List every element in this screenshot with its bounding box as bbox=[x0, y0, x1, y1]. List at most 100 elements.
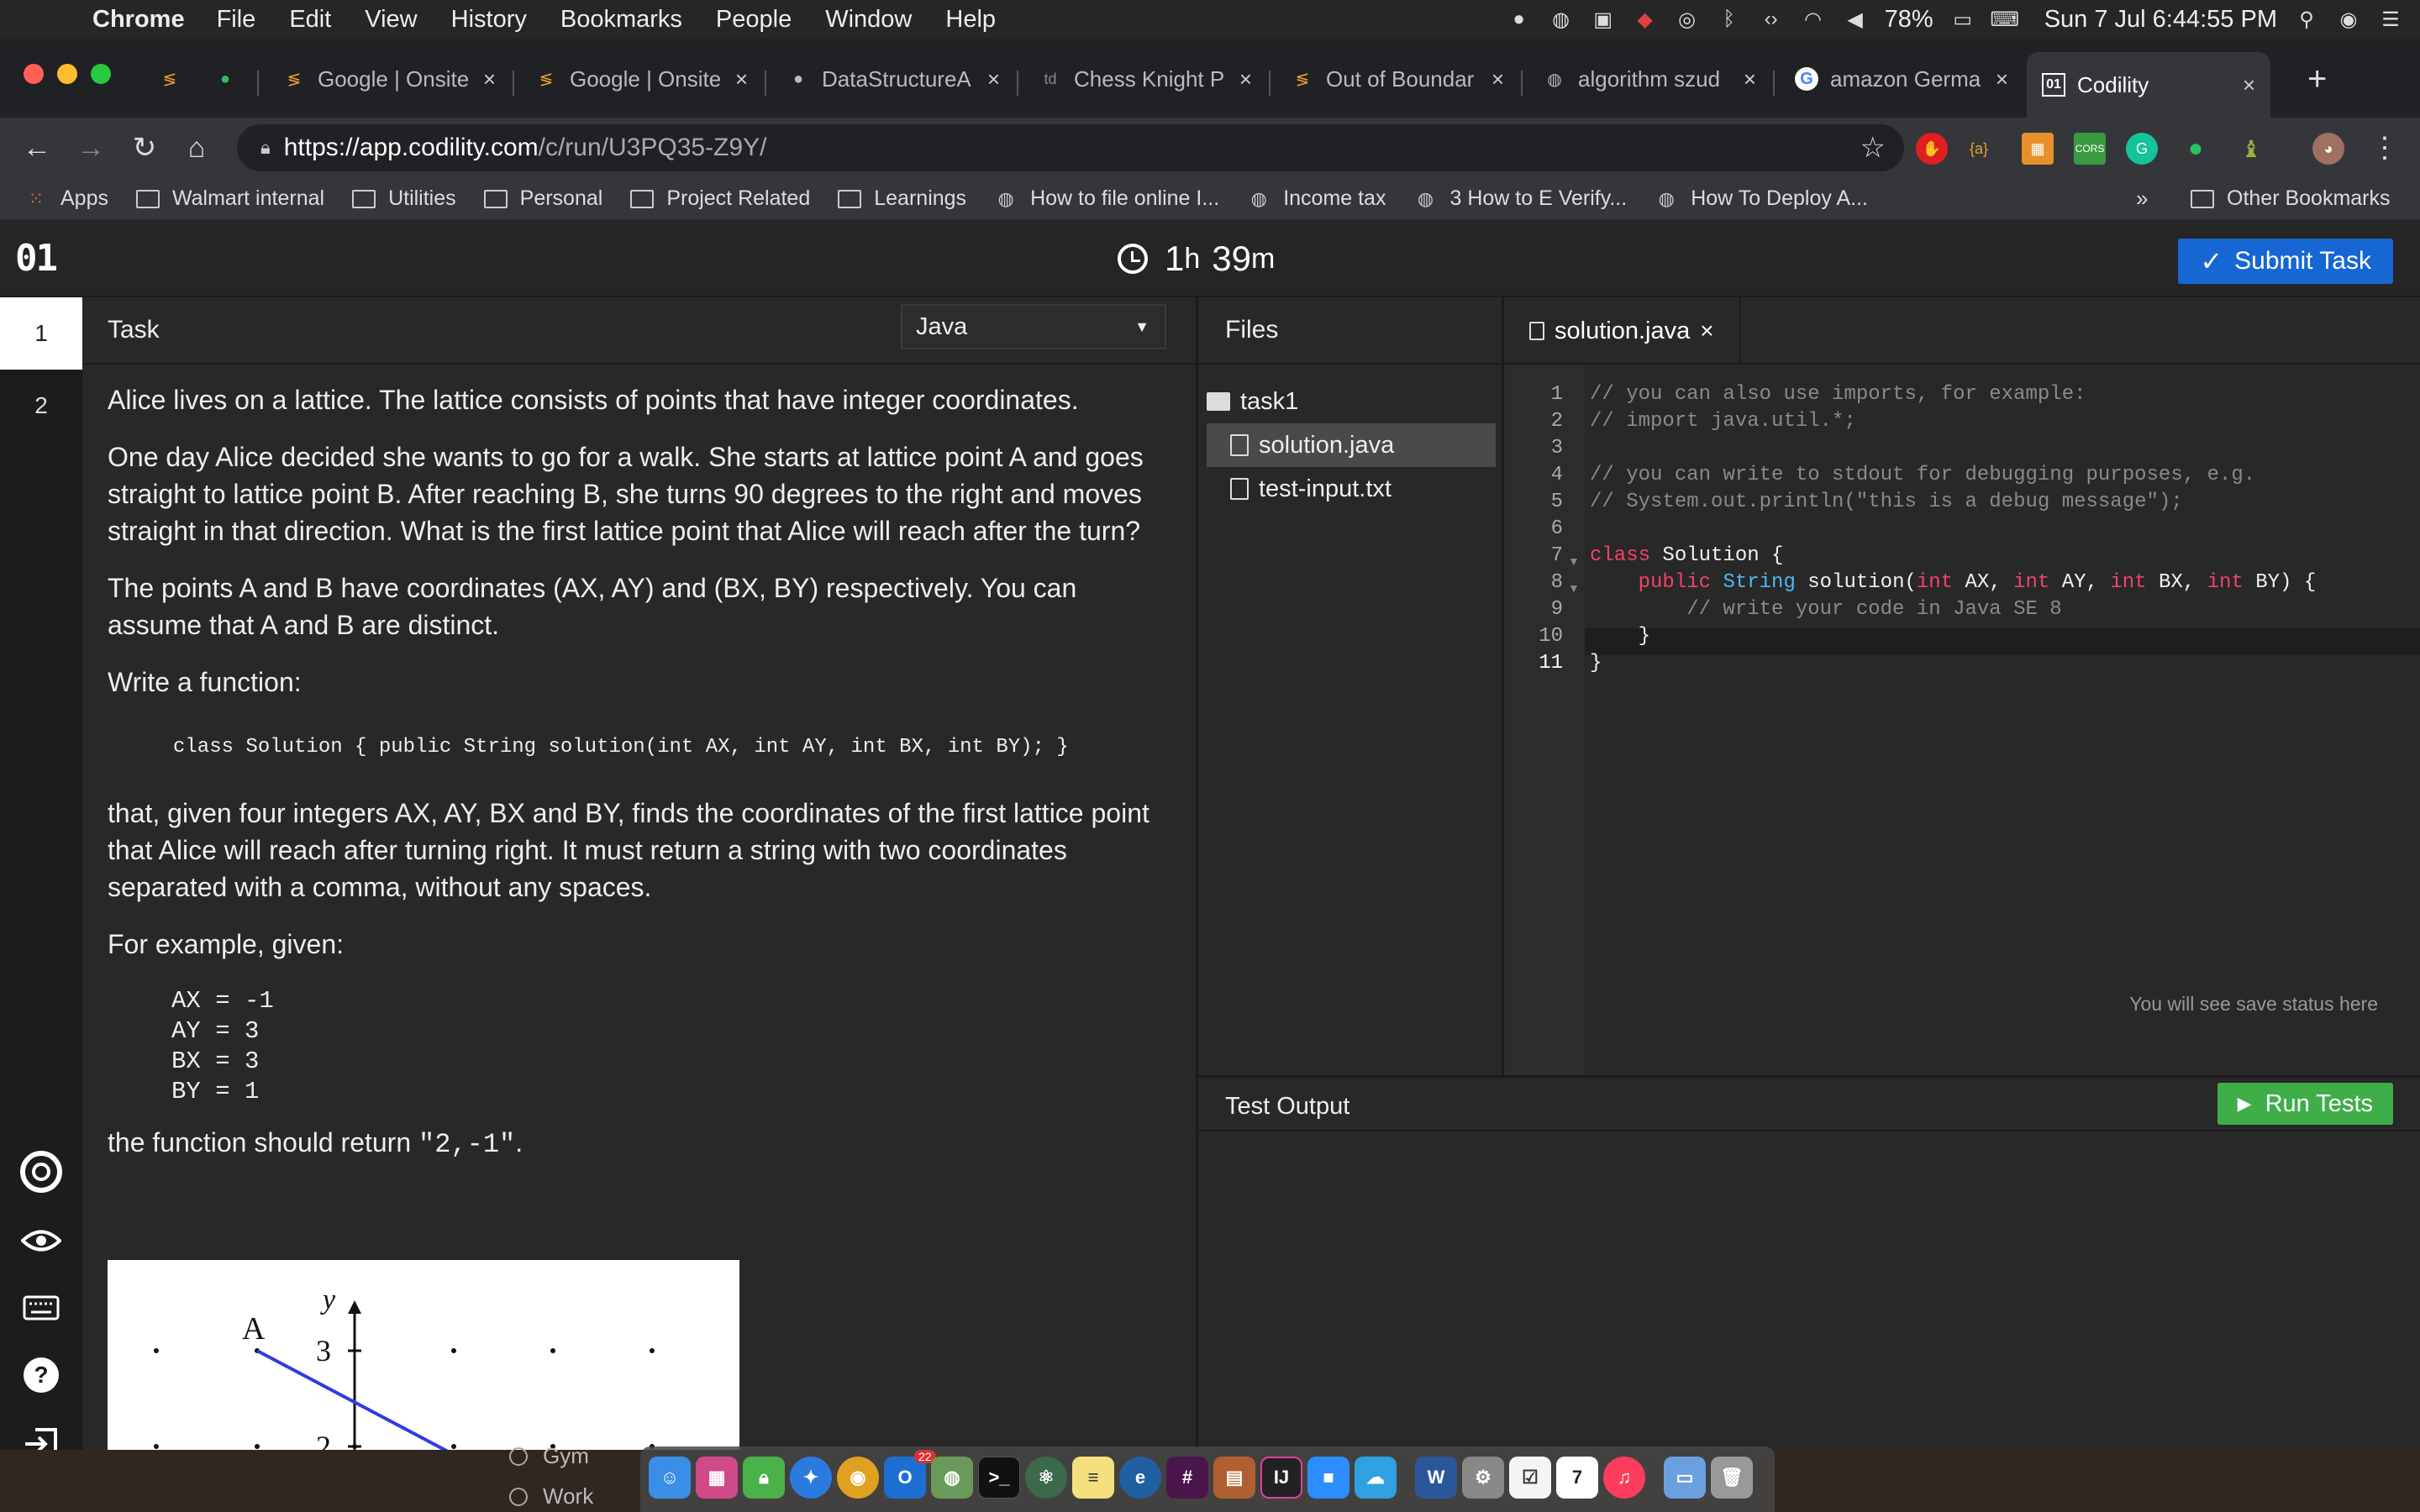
submit-task-button[interactable]: ✓ Submit Task bbox=[2178, 239, 2393, 284]
bookmark-folder[interactable]: Personal bbox=[483, 186, 602, 211]
run-tests-button[interactable]: ▶ Run Tests bbox=[2217, 1083, 2393, 1125]
extension-stop-icon[interactable]: ✋ bbox=[1916, 133, 1948, 165]
browser-tab-4[interactable]: td Chess Knight P × bbox=[1023, 54, 1267, 104]
shield-status-icon[interactable]: ◆ bbox=[1633, 7, 1658, 32]
browser-tab-pinned-evernote[interactable]: ● bbox=[198, 54, 249, 104]
extension-evernote-icon[interactable]: ● bbox=[2180, 133, 2212, 165]
photos-icon[interactable]: ◍ bbox=[931, 1457, 973, 1499]
browser-tab-3[interactable]: ● DataStructureA × bbox=[771, 54, 1015, 104]
lock-icon[interactable]: 🔒︎ bbox=[260, 137, 271, 159]
question-icon[interactable]: ? bbox=[18, 1352, 64, 1398]
browser-tab-codility-active[interactable]: 01 Codility × bbox=[2027, 52, 2270, 118]
back-icon[interactable]: ← bbox=[18, 129, 55, 166]
slack-icon[interactable]: # bbox=[1166, 1457, 1208, 1499]
tab-close-icon[interactable]: × bbox=[2243, 72, 2255, 98]
task-number-1[interactable]: 1 bbox=[0, 297, 82, 370]
volume-icon[interactable]: ◀ bbox=[1843, 7, 1868, 32]
zoom-icon[interactable]: ■ bbox=[1307, 1457, 1349, 1499]
keyboard-icon[interactable] bbox=[18, 1285, 64, 1331]
word-icon[interactable]: W bbox=[1415, 1457, 1457, 1499]
terminal-icon[interactable]: >_ bbox=[978, 1457, 1020, 1499]
fold-arrow-icon[interactable]: ▼ bbox=[1568, 554, 1580, 568]
cloud-icon[interactable]: ☁ bbox=[1355, 1457, 1397, 1499]
reminders-icon[interactable]: ☑ bbox=[1509, 1457, 1551, 1499]
menu-app-name[interactable]: Chrome bbox=[92, 6, 185, 34]
close-icon[interactable]: × bbox=[1700, 318, 1713, 344]
desktop-item-gym[interactable]: Gym bbox=[509, 1443, 589, 1469]
other-bookmarks[interactable]: Other Bookmarks bbox=[2190, 186, 2391, 211]
notification-center-icon[interactable]: ☰ bbox=[2378, 7, 2403, 32]
menu-bookmarks[interactable]: Bookmarks bbox=[560, 6, 682, 34]
desktop-item-work[interactable]: Work bbox=[509, 1483, 593, 1509]
chrome-icon[interactable]: ◉ bbox=[837, 1457, 879, 1499]
new-tab-button[interactable]: + bbox=[2292, 54, 2343, 104]
task-number-2[interactable]: 2 bbox=[0, 370, 82, 442]
trash-icon[interactable]: 🗑︎ bbox=[1711, 1457, 1753, 1499]
forward-icon[interactable]: → bbox=[72, 129, 109, 166]
tab-close-icon[interactable]: × bbox=[1744, 66, 1756, 92]
extension-grammarly-icon[interactable]: G bbox=[2126, 133, 2158, 165]
bookmark-star-icon[interactable]: ☆ bbox=[1860, 131, 1886, 165]
fold-arrow-icon[interactable]: ▼ bbox=[1568, 581, 1580, 595]
extension-json-icon[interactable]: {a} bbox=[1963, 133, 1995, 165]
menu-clock[interactable]: Sun 7 Jul 6:44:55 PM bbox=[2044, 6, 2277, 34]
search-status-icon[interactable]: ◎ bbox=[1675, 7, 1700, 32]
window-close-button[interactable] bbox=[24, 64, 44, 84]
browser-tab-7[interactable]: Gamazon Germa × bbox=[1780, 54, 2023, 104]
menu-history[interactable]: History bbox=[451, 6, 527, 34]
password-icon[interactable]: 🔒︎ bbox=[743, 1457, 785, 1499]
edge-icon[interactable]: e bbox=[1119, 1457, 1161, 1499]
browser-tab-6[interactable]: ◍ algorithm szud × bbox=[1528, 54, 1771, 104]
tab-close-icon[interactable]: × bbox=[735, 66, 748, 92]
launchpad-icon[interactable]: ▦ bbox=[696, 1457, 738, 1499]
wifi-icon[interactable]: ◠ bbox=[1801, 7, 1826, 32]
extension-chess-icon[interactable]: ♝ bbox=[2235, 133, 2267, 165]
calendar-icon[interactable]: 7 bbox=[1556, 1457, 1598, 1499]
finder-icon[interactable]: ☺ bbox=[649, 1457, 691, 1499]
downloads-folder-icon[interactable]: ▭ bbox=[1664, 1457, 1706, 1499]
editor-tab-solution-java[interactable]: solution.java × bbox=[1504, 297, 1741, 365]
music-icon[interactable]: ♫ bbox=[1603, 1457, 1645, 1499]
atom-icon[interactable]: ⚛ bbox=[1025, 1457, 1067, 1499]
bookmark-link[interactable]: ◍ How To Deploy A... bbox=[1654, 186, 1868, 211]
bookmarks-overflow-button[interactable]: » bbox=[2136, 186, 2148, 212]
tab-close-icon[interactable]: × bbox=[483, 66, 496, 92]
extension-cors-icon[interactable]: CORS bbox=[2074, 133, 2106, 165]
safari-icon[interactable]: ✦ bbox=[790, 1457, 832, 1499]
bookmark-folder[interactable]: Learnings bbox=[837, 186, 966, 211]
code-status-icon[interactable]: ‹› bbox=[1759, 7, 1784, 32]
reload-icon[interactable]: ↻ bbox=[126, 129, 163, 166]
evernote-status-icon[interactable]: ● bbox=[1507, 7, 1532, 32]
intellij-icon[interactable]: IJ bbox=[1260, 1457, 1302, 1499]
file-solution-java[interactable]: solution.java bbox=[1207, 423, 1496, 467]
window-zoom-button[interactable] bbox=[91, 64, 111, 84]
input-source-icon[interactable]: ⌨ bbox=[1990, 7, 2019, 32]
globe-status-icon[interactable]: ◍ bbox=[1549, 7, 1574, 32]
bookmark-link[interactable]: ◍ 3 How to E Verify... bbox=[1413, 186, 1627, 211]
tab-close-icon[interactable]: × bbox=[987, 66, 1000, 92]
menu-edit[interactable]: Edit bbox=[289, 6, 331, 34]
file-test-input[interactable]: test-input.txt bbox=[1207, 467, 1496, 511]
books-icon[interactable]: ▤ bbox=[1213, 1457, 1255, 1499]
home-icon[interactable]: ⌂ bbox=[178, 129, 215, 166]
browser-tab-pinned-sigma[interactable]: ≶ bbox=[143, 54, 193, 104]
tab-close-icon[interactable]: × bbox=[1996, 66, 2008, 92]
bookmark-apps[interactable]: ⁙ Apps bbox=[24, 186, 108, 211]
tab-close-icon[interactable]: × bbox=[1491, 66, 1504, 92]
browser-menu-icon[interactable]: ⋮ bbox=[2366, 129, 2403, 166]
bluetooth-icon[interactable]: ᛒ bbox=[1717, 7, 1742, 32]
battery-icon[interactable]: ▭ bbox=[1950, 7, 1975, 32]
window-minimize-button[interactable] bbox=[57, 64, 77, 84]
browser-tab-2[interactable]: ≶ Google | Onsite × bbox=[519, 54, 763, 104]
bookmark-folder[interactable]: Project Related bbox=[629, 186, 810, 211]
bookmark-folder[interactable]: Utilities bbox=[351, 186, 456, 211]
code-editor[interactable]: solution.java × 1 2 3 4 5 6 7 8 9 10 11 ▼… bbox=[1504, 297, 2420, 1075]
menu-file[interactable]: File bbox=[217, 6, 256, 34]
browser-tab-5[interactable]: ≶ Out of Boundar × bbox=[1276, 54, 1519, 104]
eye-icon[interactable] bbox=[18, 1218, 64, 1263]
menu-view[interactable]: View bbox=[365, 6, 417, 34]
browser-tab-1[interactable]: ≶ Google | Onsite × bbox=[267, 54, 511, 104]
bookmark-link[interactable]: ◍ Income tax bbox=[1246, 186, 1386, 211]
folder-task1[interactable]: task1 bbox=[1207, 380, 1496, 423]
siri-icon[interactable]: ◉ bbox=[2336, 7, 2361, 32]
